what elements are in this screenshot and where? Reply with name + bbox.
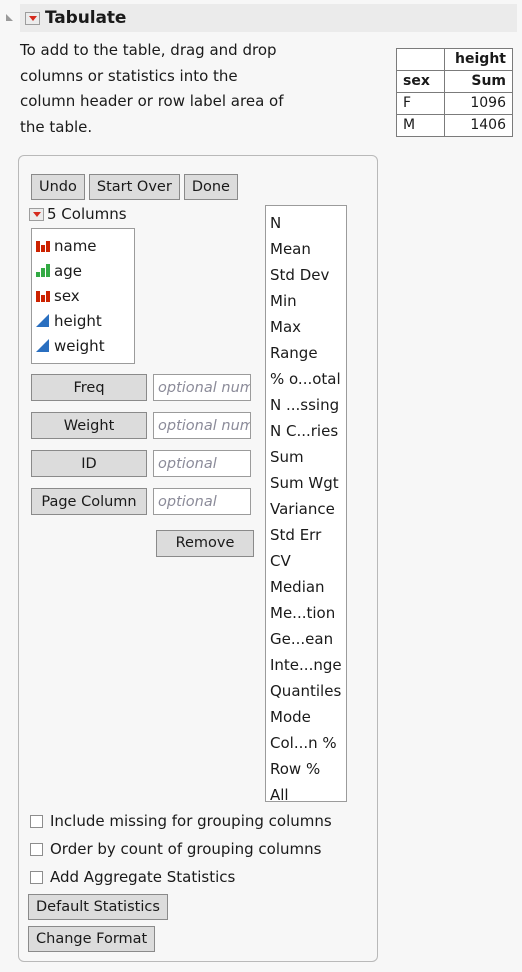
table-row-label-header: sex [396, 70, 445, 93]
nominal-red-bars-icon [35, 288, 51, 303]
checkbox-include-missing[interactable]: Include missing for grouping columns [30, 812, 332, 830]
list-item[interactable]: height [35, 308, 134, 333]
columns-count-label: 5 Columns [47, 205, 127, 223]
page-column-placeholder: optional [158, 493, 217, 510]
table-row-label: F [396, 92, 445, 115]
list-item[interactable]: N C...ries [270, 418, 346, 444]
list-item[interactable]: Mode [270, 704, 346, 730]
red-triangle-menu-icon[interactable] [25, 11, 40, 25]
checkbox-box-icon[interactable] [30, 870, 43, 884]
list-item[interactable]: sex [35, 283, 134, 308]
done-button[interactable]: Done [183, 174, 238, 200]
column-list-box[interactable]: name age sex height weight [31, 228, 135, 364]
change-format-button[interactable]: Change Format [28, 926, 156, 952]
start-over-button[interactable]: Start Over [88, 174, 180, 200]
freq-drop-zone-row: Freq optional numeric [31, 374, 251, 401]
table-stat-header: Sum [444, 70, 513, 93]
instructions-text: To add to the table, drag and drop colum… [20, 38, 380, 140]
table-column-group-header: height [444, 48, 513, 71]
statistics-list-box[interactable]: N Mean Std Dev Min Max Range % o...otal … [265, 205, 347, 802]
table-corner-cell [396, 48, 445, 71]
page-title: Tabulate [45, 8, 127, 28]
table-cell-value: 1406 [444, 114, 513, 137]
list-item[interactable]: weight [35, 333, 134, 358]
checkbox-order-by-count[interactable]: Order by count of grouping columns [30, 840, 321, 858]
checkbox-box-icon[interactable] [30, 814, 43, 828]
id-field[interactable]: optional [153, 450, 251, 477]
weight-button[interactable]: Weight [31, 412, 147, 439]
remove-button[interactable]: Remove [156, 530, 254, 557]
freq-button[interactable]: Freq [31, 374, 147, 401]
list-item[interactable]: Col...n % [270, 730, 346, 756]
list-item[interactable]: Ge...ean [270, 626, 346, 652]
checkbox-add-aggregate-statistics[interactable]: Add Aggregate Statistics [30, 868, 235, 886]
weight-field[interactable]: optional numeric [153, 412, 251, 439]
table-header-row-group: height [396, 48, 513, 71]
list-item[interactable]: name [35, 233, 134, 258]
freq-placeholder: optional numeric [158, 379, 251, 396]
table-header-row-stat: sex Sum [396, 70, 513, 93]
list-item[interactable]: Me...tion [270, 600, 346, 626]
weight-placeholder: optional numeric [158, 417, 251, 434]
column-name: weight [54, 336, 105, 355]
list-item[interactable]: Variance [270, 496, 346, 522]
red-triangle-menu-icon[interactable] [29, 207, 44, 221]
column-name: age [54, 261, 82, 280]
list-item[interactable]: Min [270, 288, 346, 314]
page-column-field[interactable]: optional [153, 488, 251, 515]
list-item[interactable]: Max [270, 314, 346, 340]
table-row-label: M [396, 114, 445, 137]
weight-drop-zone-row: Weight optional numeric [31, 412, 251, 439]
list-item[interactable]: N ...ssing [270, 392, 346, 418]
list-item[interactable]: Sum Wgt [270, 470, 346, 496]
checkbox-label: Include missing for grouping columns [50, 812, 332, 830]
list-item[interactable]: Std Err [270, 522, 346, 548]
undo-button[interactable]: Undo [31, 174, 85, 200]
instructions-line-1: To add to the table, drag and drop [20, 41, 277, 59]
list-item[interactable]: Row % [270, 756, 346, 782]
tabulate-output-table: height sex Sum F 1096 M 1406 [396, 48, 513, 137]
list-item[interactable]: Range [270, 340, 346, 366]
instructions-line-2: columns or statistics into the [20, 66, 238, 85]
list-item[interactable]: N [270, 210, 346, 236]
list-item[interactable]: Mean [270, 236, 346, 262]
top-button-row: Undo Start Over Done [31, 174, 238, 200]
list-item[interactable]: Inte...nge [270, 652, 346, 678]
column-name: height [54, 311, 102, 330]
list-item[interactable]: CV [270, 548, 346, 574]
table-cell-value: 1096 [444, 92, 513, 115]
id-button[interactable]: ID [31, 450, 147, 477]
table-row: M 1406 [396, 114, 513, 137]
table-row: F 1096 [396, 92, 513, 115]
default-statistics-button[interactable]: Default Statistics [28, 894, 168, 920]
list-item[interactable]: Median [270, 574, 346, 600]
nominal-red-bars-icon [35, 238, 51, 253]
checkbox-label: Order by count of grouping columns [50, 840, 322, 858]
continuous-blue-triangle-icon [35, 338, 51, 353]
page-column-drop-zone-row: Page Column optional [31, 488, 251, 515]
instructions-line-4: the table. [20, 117, 93, 136]
instructions-line-3: column header or row label area of [20, 92, 284, 110]
columns-header-row: 5 Columns [29, 205, 127, 223]
continuous-blue-triangle-icon [35, 313, 51, 328]
id-placeholder: optional [158, 455, 217, 472]
list-item[interactable]: age [35, 258, 134, 283]
freq-field[interactable]: optional numeric [153, 374, 251, 401]
page-column-button[interactable]: Page Column [31, 488, 147, 515]
checkbox-label: Add Aggregate Statistics [50, 868, 236, 886]
triangle-collapse-icon[interactable] [6, 14, 13, 21]
checkbox-box-icon[interactable] [30, 842, 43, 856]
column-name: sex [54, 286, 80, 305]
report-title-bar: Tabulate [20, 4, 517, 32]
list-item[interactable]: Std Dev [270, 262, 346, 288]
list-item[interactable]: Sum [270, 444, 346, 470]
list-item[interactable]: % o...otal [270, 366, 346, 392]
column-name: name [54, 236, 97, 255]
list-item[interactable]: All [270, 782, 346, 801]
ordinal-green-bars-icon [35, 263, 51, 278]
list-item[interactable]: Quantiles [270, 678, 346, 704]
id-drop-zone-row: ID optional [31, 450, 251, 477]
